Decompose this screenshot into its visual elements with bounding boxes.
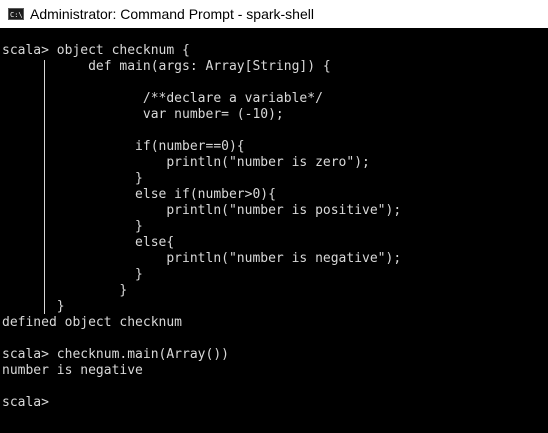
- console-line: else{: [2, 235, 175, 250]
- console-line: }: [2, 299, 65, 314]
- console-line: def main(args: Array[String]) {: [2, 59, 331, 74]
- console-line: else if(number>0){: [2, 187, 276, 202]
- title-bar[interactable]: C:\ Administrator: Command Prompt - spar…: [0, 0, 548, 28]
- console-output[interactable]: scala> object checknum { def main(args: …: [0, 28, 548, 433]
- console-line: /**declare a variable*/: [2, 91, 323, 106]
- console-line: println("number is positive");: [2, 203, 402, 218]
- window-title: Administrator: Command Prompt - spark-sh…: [30, 6, 314, 22]
- console-line: defined object checknum: [2, 315, 183, 330]
- command-prompt-icon: C:\: [8, 8, 24, 20]
- console-line: }: [2, 219, 143, 234]
- console-line: }: [2, 267, 143, 282]
- console-prompt-line[interactable]: scala>: [2, 395, 49, 411]
- console-line: var number= (-10);: [2, 107, 284, 122]
- console-line: println("number is negative");: [2, 251, 402, 266]
- svg-text:C:\: C:\: [10, 11, 22, 18]
- console-line: }: [2, 283, 128, 298]
- console-line: scala> object checknum {: [2, 43, 190, 58]
- console-line: number is negative: [2, 363, 143, 378]
- console-line: if(number==0){: [2, 139, 245, 154]
- console-line: }: [2, 171, 143, 186]
- console-line: scala> checknum.main(Array()): [2, 347, 229, 362]
- console-line: println("number is zero");: [2, 155, 370, 170]
